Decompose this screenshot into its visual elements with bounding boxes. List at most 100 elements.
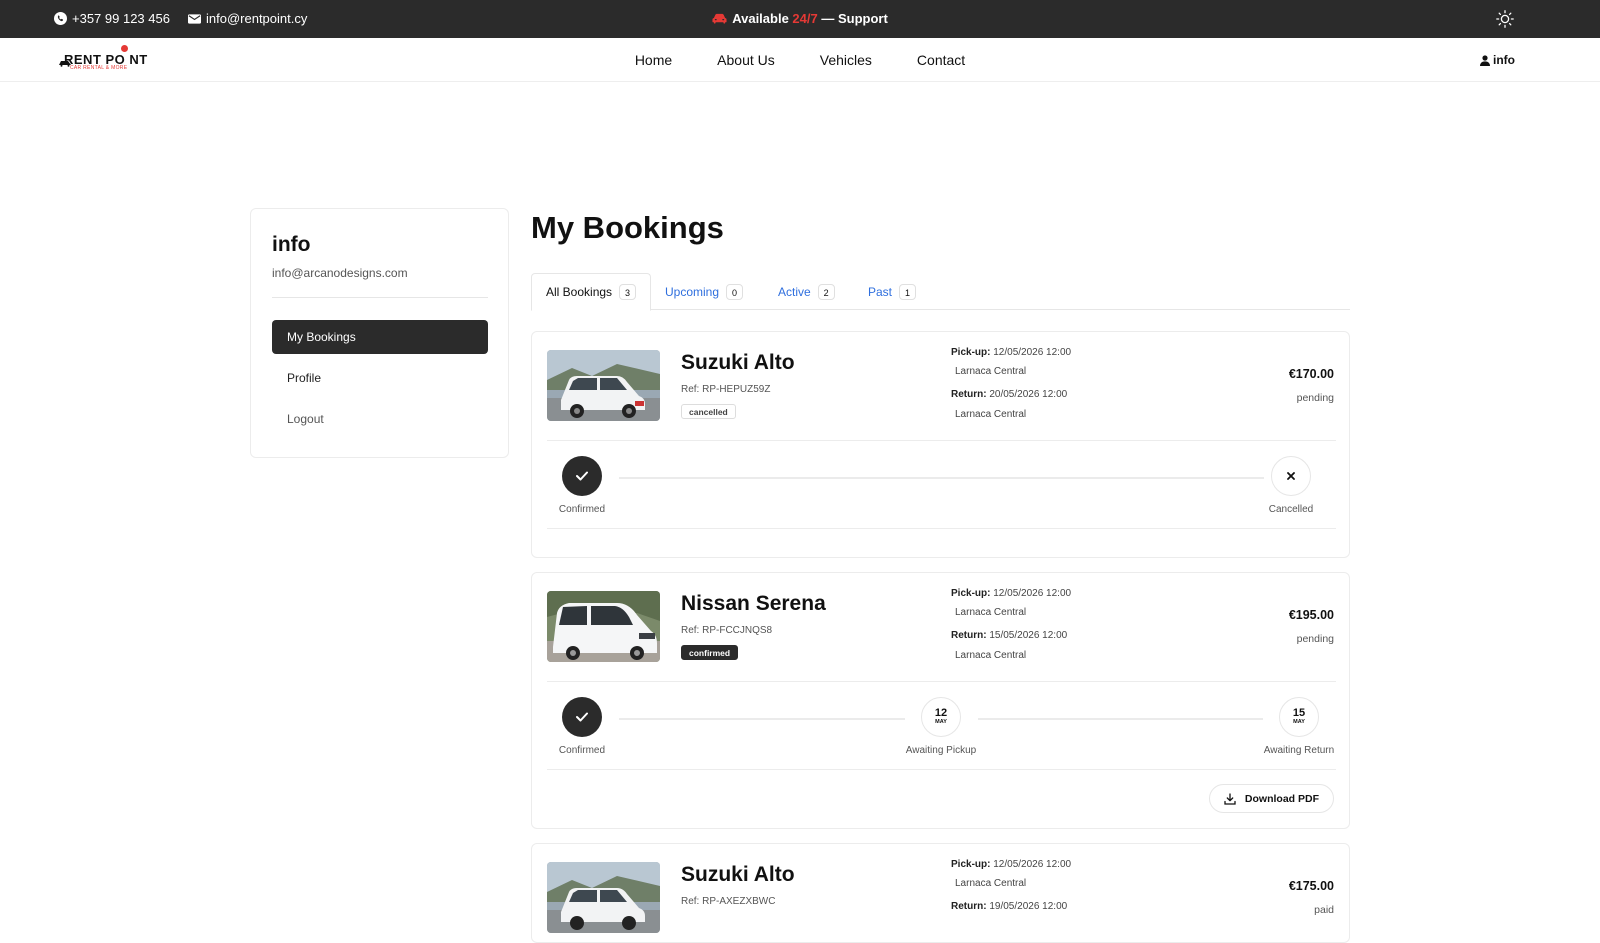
check-icon: [576, 471, 588, 481]
step-day: 12: [934, 707, 948, 719]
account-email: info@arcanodesigns.com: [272, 266, 408, 280]
user-menu-button[interactable]: info: [1480, 53, 1515, 67]
pickup-label: Pick-up:: [951, 588, 991, 599]
return-location: Larnaca Central: [955, 650, 1027, 661]
availability-support: — Support: [817, 11, 888, 26]
car-name: Suzuki Alto: [681, 351, 795, 374]
booking-card: Nissan Serena Ref: RP-FCCJNQS8 confirmed…: [531, 572, 1350, 829]
card-divider: [547, 681, 1336, 682]
tab-label: Active: [778, 284, 811, 299]
car-icon: [712, 13, 727, 24]
return-label: Return:: [951, 901, 987, 912]
sun-icon: [1496, 10, 1514, 28]
step-awaiting-return: 15 MAY Awaiting Return: [1254, 697, 1344, 756]
download-pdf-button[interactable]: Download PDF: [1208, 784, 1334, 813]
availability-text: Available: [732, 11, 793, 26]
status-badge: confirmed: [681, 645, 739, 660]
car-thumbnail: [547, 350, 660, 421]
return-location: Larnaca Central: [955, 409, 1027, 420]
sidebar-item-profile[interactable]: Profile: [272, 361, 488, 395]
return-date: 19/05/2026 12:00: [989, 901, 1068, 912]
tab-count-badge: 1: [899, 283, 917, 300]
tab-label: Upcoming: [665, 284, 720, 299]
step-label: Confirmed: [558, 745, 606, 756]
tab-upcoming[interactable]: Upcoming 0: [651, 273, 757, 310]
sidebar-item-logout[interactable]: Logout: [272, 402, 488, 436]
tab-past[interactable]: Past 1: [854, 273, 930, 310]
step-date-circle: 15 MAY: [1279, 697, 1319, 737]
step-circle: [562, 697, 602, 737]
payment-status: pending: [1296, 392, 1334, 404]
download-icon: [1224, 792, 1236, 805]
pickup-location: Larnaca Central: [955, 366, 1027, 377]
booking-reference: Ref: RP-FCCJNQS8: [681, 625, 773, 636]
sidebar-divider: [272, 297, 488, 298]
payment-status: paid: [1314, 904, 1334, 916]
car-photo: [547, 591, 660, 662]
nav-home[interactable]: Home: [635, 52, 672, 68]
step-confirmed: Confirmed: [537, 456, 627, 515]
step-month: MAY: [1293, 719, 1305, 725]
main-navbar: RENT PO NT CAR RENTAL & MORE Home About …: [0, 38, 1600, 82]
card-divider: [547, 769, 1336, 770]
booking-reference: Ref: RP-AXEZXBWC: [681, 896, 776, 907]
pickup-label: Pick-up:: [951, 859, 991, 870]
sidebar-item-my-bookings[interactable]: My Bookings: [272, 320, 488, 354]
tab-active[interactable]: Active 2: [764, 273, 849, 310]
progress-track: [619, 477, 1264, 479]
return-label: Return:: [951, 389, 987, 400]
car-photo: [547, 862, 660, 933]
pickup-date: 12/05/2026 12:00: [993, 859, 1072, 870]
step-label: Awaiting Pickup: [905, 745, 977, 756]
car-name: Nissan Serena: [681, 592, 826, 615]
download-pdf-label: Download PDF: [1244, 792, 1319, 805]
booking-price: €170.00: [1288, 367, 1334, 381]
step-day: 15: [1292, 707, 1306, 719]
page-title: My Bookings: [531, 210, 724, 245]
nav-contact[interactable]: Contact: [917, 52, 965, 68]
step-label: Awaiting Return: [1263, 745, 1335, 756]
account-name: info: [272, 233, 311, 256]
nav-links: Home About Us Vehicles Contact: [0, 52, 1600, 68]
booking-tabs: All Bookings 3 Upcoming 0 Active 2 Past …: [531, 273, 1350, 311]
card-divider: [547, 528, 1336, 529]
step-circle: [562, 456, 602, 496]
car-thumbnail: [547, 862, 660, 933]
nav-about-us[interactable]: About Us: [717, 52, 775, 68]
card-divider: [547, 440, 1336, 441]
nav-vehicles[interactable]: Vehicles: [820, 52, 872, 68]
step-awaiting-pickup: 12 MAY Awaiting Pickup: [896, 697, 986, 756]
pickup-label: Pick-up:: [951, 347, 991, 358]
step-label: Cancelled: [1268, 504, 1314, 515]
progress-track: [978, 718, 1263, 720]
booking-card: Suzuki Alto Ref: RP-HEPUZ59Z cancelled P…: [531, 331, 1350, 558]
check-icon: [576, 712, 588, 722]
tab-count-badge: 3: [619, 284, 637, 300]
tab-count-badge: 0: [726, 283, 744, 300]
booking-card: Suzuki Alto Ref: RP-AXEZXBWC Pick-up: 12…: [531, 843, 1350, 943]
status-badge: cancelled: [681, 404, 736, 419]
booking-price: €175.00: [1288, 879, 1334, 893]
user-icon: [1480, 54, 1490, 66]
return-date: 15/05/2026 12:00: [989, 630, 1068, 641]
user-menu-label: info: [1493, 53, 1515, 67]
theme-toggle-button[interactable]: [1496, 10, 1514, 28]
logo-pin-icon: [121, 45, 128, 52]
step-label: Confirmed: [558, 504, 606, 515]
tab-label: Past: [868, 284, 893, 299]
booking-price: €195.00: [1288, 608, 1334, 622]
car-photo: [547, 350, 660, 421]
car-thumbnail: [547, 591, 660, 662]
tab-count-badge: 2: [817, 283, 835, 300]
tab-all-bookings[interactable]: All Bookings 3: [531, 273, 652, 311]
return-label: Return:: [951, 630, 987, 641]
pickup-date: 12/05/2026 12:00: [993, 347, 1072, 358]
pickup-location: Larnaca Central: [955, 607, 1027, 618]
step-date-circle: 12 MAY: [921, 697, 961, 737]
account-sidebar: info info@arcanodesigns.com My Bookings …: [250, 208, 509, 458]
return-date: 20/05/2026 12:00: [989, 389, 1068, 400]
tab-label: All Bookings: [546, 285, 613, 299]
step-cancelled: Cancelled: [1246, 456, 1336, 515]
car-name: Suzuki Alto: [681, 863, 795, 886]
availability-banner: Available 24/7 — Support: [0, 11, 1600, 26]
